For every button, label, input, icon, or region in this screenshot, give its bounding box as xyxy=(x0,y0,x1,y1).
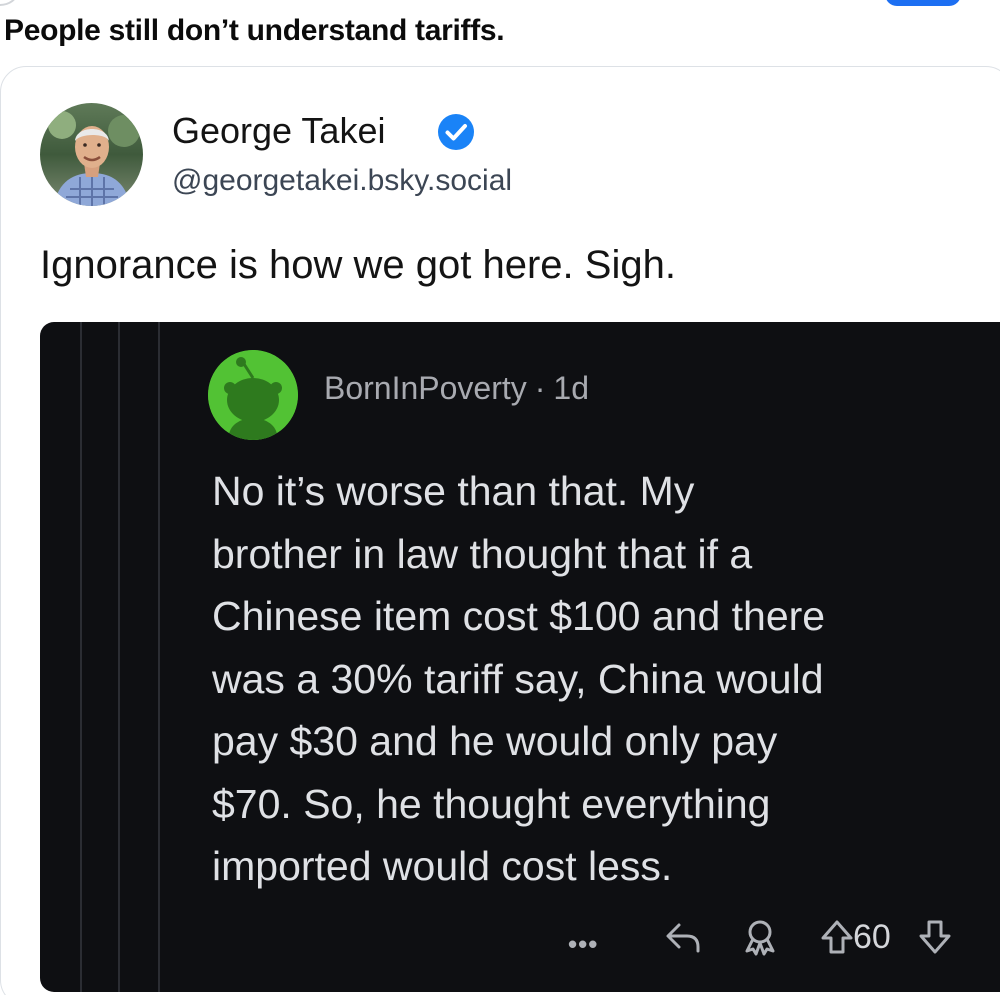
comment-line: brother in law thought that if a xyxy=(212,530,753,577)
post-text: Ignorance is how we got here. Sigh. xyxy=(40,243,676,287)
reply-icon[interactable] xyxy=(663,917,703,957)
author-name[interactable]: George Takei xyxy=(172,110,385,152)
embedded-reddit-screenshot[interactable]: BornInPoverty · 1d No it’s worse than that… xyxy=(40,322,1000,992)
comment-body: No it’s worse than that. My brother in l… xyxy=(212,460,1000,898)
thread-line xyxy=(80,322,82,992)
verified-badge-icon xyxy=(438,114,474,150)
author-handle[interactable]: @georgetakei.bsky.social xyxy=(172,164,512,198)
author-photo-icon xyxy=(40,103,143,206)
author-avatar[interactable] xyxy=(40,103,143,206)
more-icon[interactable]: ••• xyxy=(568,929,598,960)
snoo-icon xyxy=(208,350,298,440)
reddit-avatar[interactable] xyxy=(208,350,298,440)
comment-line: pay $30 and he would only pay xyxy=(212,718,778,764)
upvote-icon[interactable] xyxy=(820,917,854,957)
comment-age: 1d xyxy=(553,370,590,406)
comment-meta: BornInPoverty · 1d xyxy=(324,370,589,407)
comment-username[interactable]: BornInPoverty xyxy=(324,370,527,406)
page-headline: People still don’t understand tariffs. xyxy=(4,14,505,47)
comment-action-bar: ••• 60 xyxy=(568,917,1000,960)
top-cropped-avatar[interactable] xyxy=(0,0,18,6)
top-cropped-button[interactable] xyxy=(885,0,961,6)
comment-line: No it’s worse than that. My xyxy=(212,468,695,514)
thread-line xyxy=(118,322,120,992)
award-icon[interactable] xyxy=(740,917,780,957)
comment-line: imported would cost less. xyxy=(212,843,673,889)
meta-separator: · xyxy=(534,370,546,406)
page: People still don’t understand tariffs. G… xyxy=(0,0,1000,995)
vote-count: 60 xyxy=(853,918,891,956)
comment-line: Chinese item cost $100 and there xyxy=(212,593,826,639)
comment-line: was a 30% tariff say, China would xyxy=(212,655,824,702)
thread-line xyxy=(158,322,160,992)
downvote-icon[interactable] xyxy=(918,917,952,957)
comment-line: $70. So, he thought everything xyxy=(212,780,771,827)
